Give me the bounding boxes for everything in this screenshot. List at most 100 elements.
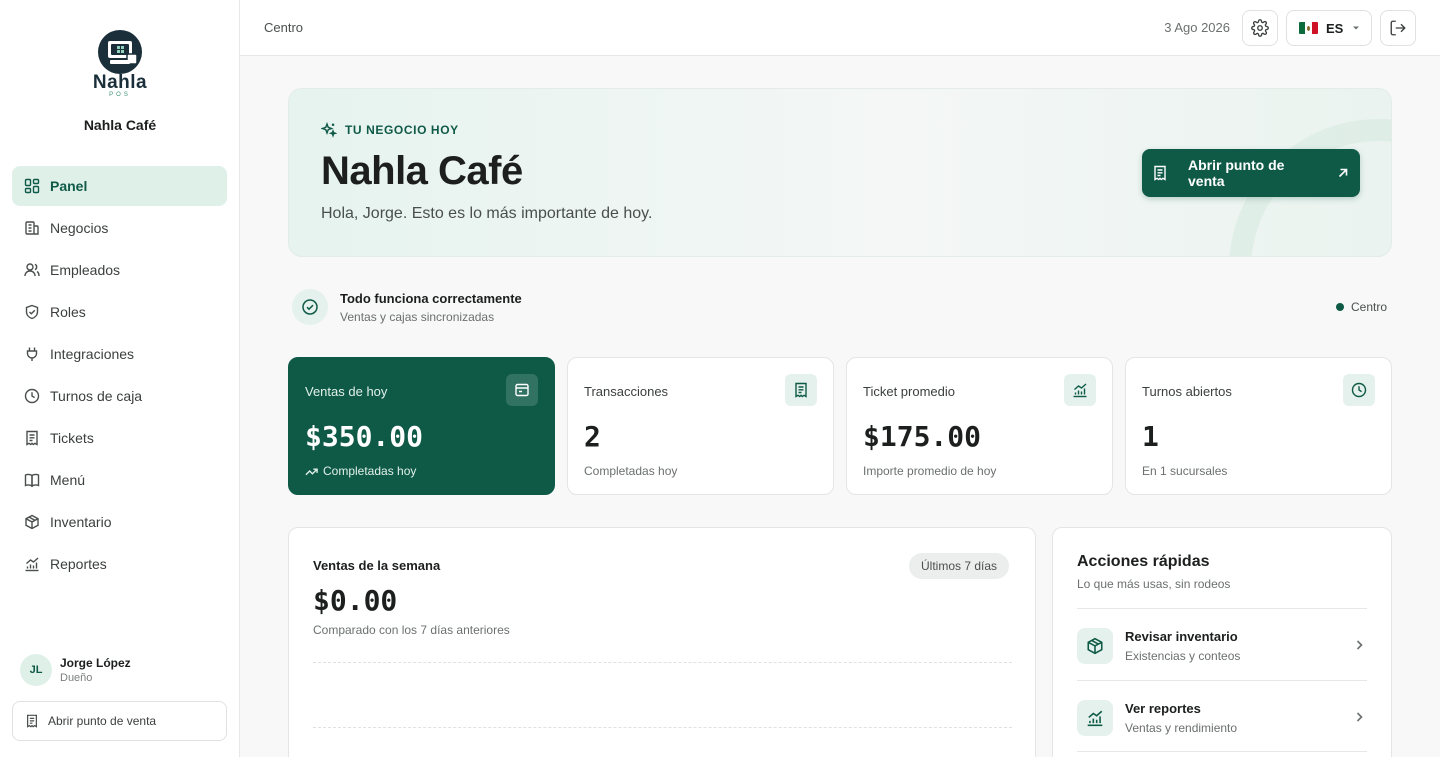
logout-icon xyxy=(1389,19,1407,37)
check-circle-icon xyxy=(292,289,328,325)
kpi-card-average-ticket: Ticket promedio $175.00 Importe promedio… xyxy=(846,357,1113,495)
chart-icon xyxy=(1064,374,1096,406)
sidebar-item-label: Inventario xyxy=(50,514,112,530)
status-subtitle: Ventas y cajas sincronizadas xyxy=(340,310,495,324)
chart-gridline xyxy=(313,727,1012,728)
online-dot xyxy=(1336,303,1344,311)
kpi-foot: Importe promedio de hoy xyxy=(863,464,997,478)
sidebar-item-label: Tickets xyxy=(50,430,94,446)
gear-icon xyxy=(1251,19,1269,37)
chart-gridline xyxy=(313,662,1012,663)
sidebar-open-pos-button[interactable]: Abrir punto de venta xyxy=(12,701,227,741)
sidebar-item-label: Roles xyxy=(50,304,86,320)
quick-action-subtitle: Ventas y rendimiento xyxy=(1125,721,1238,735)
hero-subtitle: Hola, Jorge. Esto es lo más importante d… xyxy=(321,205,653,222)
status-location: Centro xyxy=(1336,300,1387,314)
weekly-sales-subtitle: Comparado con los 7 días anteriores xyxy=(313,623,510,637)
sidebar-item-reportes[interactable]: Reportes xyxy=(12,544,227,584)
plug-icon xyxy=(24,346,40,362)
breadcrumb: Centro xyxy=(264,20,304,35)
language-select[interactable]: ES xyxy=(1286,10,1372,46)
dashboard-icon xyxy=(24,178,40,194)
weekly-sales-title: Ventas de la semana xyxy=(313,558,441,573)
sidebar-nav: Panel Negocios Empleados Roles Integraci… xyxy=(12,166,227,586)
chevron-right-icon xyxy=(1353,638,1365,656)
sidebar-item-turnos-de-caja[interactable]: Turnos de caja xyxy=(12,376,227,416)
sidebar-item-label: Negocios xyxy=(50,220,109,236)
kpi-card-transactions: Transacciones 2 Completadas hoy xyxy=(567,357,834,495)
quick-action-reports[interactable]: Ver reportes Ventas y rendimiento xyxy=(1077,680,1367,752)
chevron-right-icon xyxy=(1353,710,1365,728)
clock-icon xyxy=(24,388,40,404)
sidebar-item-label: Integraciones xyxy=(50,346,135,362)
kpi-card-sales-today: Ventas de hoy $350.00 Completadas hoy xyxy=(288,357,555,495)
sidebar-item-menu[interactable]: Menú xyxy=(12,460,227,500)
sidebar-item-label: Menú xyxy=(50,472,86,488)
kpi-card-open-shifts: Turnos abiertos 1 En 1 sucursales xyxy=(1125,357,1392,495)
box-icon xyxy=(1077,628,1113,664)
sidebar-item-inventario[interactable]: Inventario xyxy=(12,502,227,542)
kpi-foot: Completadas hoy xyxy=(305,464,416,478)
logout-button[interactable] xyxy=(1380,10,1416,46)
open-pos-button[interactable]: Abrir punto de venta xyxy=(1142,149,1360,197)
hero-banner: TU NEGOCIO HOY Nahla Café Hola, Jorge. E… xyxy=(288,88,1392,257)
kpi-value: $350.00 xyxy=(305,420,424,453)
quick-actions-subtitle: Lo que más usas, sin rodeos xyxy=(1077,577,1231,591)
users-icon xyxy=(24,262,40,278)
quick-action-title: Ver reportes xyxy=(1125,701,1201,716)
settings-button[interactable] xyxy=(1242,10,1278,46)
kpi-foot: En 1 sucursales xyxy=(1142,464,1228,478)
language-label: ES xyxy=(1326,20,1344,36)
box-icon xyxy=(24,514,40,530)
sidebar-item-roles[interactable]: Roles xyxy=(12,292,227,332)
sidebar-item-negocios[interactable]: Negocios xyxy=(12,208,227,248)
logo-subtext: POS xyxy=(109,92,131,98)
hero-eyebrow: TU NEGOCIO HOY xyxy=(321,122,459,138)
logo: Nahla POS xyxy=(0,28,240,100)
sidebar-item-integraciones[interactable]: Integraciones xyxy=(12,334,227,374)
quick-actions-card: Acciones rápidas Lo que más usas, sin ro… xyxy=(1052,527,1392,757)
kpi-label: Transacciones xyxy=(584,384,669,399)
sidebar-item-tickets[interactable]: Tickets xyxy=(12,418,227,458)
receipt-icon xyxy=(25,714,39,728)
trending-up-icon xyxy=(305,465,318,478)
weekly-sales-card: Ventas de la semana $0.00 Comparado con … xyxy=(288,527,1036,757)
hero-eyebrow-text: TU NEGOCIO HOY xyxy=(345,123,459,137)
sidebar-item-label: Empleados xyxy=(50,262,121,278)
range-badge[interactable]: Últimos 7 días xyxy=(909,553,1010,579)
open-pos-label: Abrir punto de venta xyxy=(1188,157,1285,189)
user-profile[interactable]: JL Jorge López Dueño xyxy=(20,654,131,686)
chevron-down-icon xyxy=(1352,24,1360,32)
chart-icon xyxy=(1077,700,1113,736)
chart-icon xyxy=(24,556,40,572)
kpi-foot: Completadas hoy xyxy=(584,464,678,478)
receipt-icon xyxy=(1142,165,1178,181)
sidebar-item-label: Panel xyxy=(50,178,88,194)
sidebar-item-label: Turnos de caja xyxy=(50,388,143,404)
building-icon xyxy=(24,220,40,236)
sidebar-item-panel[interactable]: Panel xyxy=(12,166,227,206)
current-date: 3 Ago 2026 xyxy=(1164,20,1230,35)
business-name: Nahla Café xyxy=(83,117,157,133)
kpi-label: Turnos abiertos xyxy=(1142,384,1232,399)
quick-action-subtitle: Existencias y conteos xyxy=(1125,649,1241,663)
quick-action-inventory[interactable]: Revisar inventario Existencias y conteos xyxy=(1077,608,1367,680)
weekly-sales-value: $0.00 xyxy=(313,584,398,617)
book-icon xyxy=(24,472,40,488)
mexico-flag-icon xyxy=(1299,22,1318,34)
kpi-label: Ticket promedio xyxy=(863,384,955,399)
sidebar-item-empleados[interactable]: Empleados xyxy=(12,250,227,290)
shield-icon xyxy=(24,304,40,320)
hero-title: Nahla Café xyxy=(321,149,523,193)
sparkles-icon xyxy=(321,122,337,138)
kpi-label: Ventas de hoy xyxy=(305,384,388,399)
quick-actions-title: Acciones rápidas xyxy=(1077,553,1210,570)
receipt-icon xyxy=(785,374,817,406)
status-location-label: Centro xyxy=(1351,300,1388,314)
kpi-value: 2 xyxy=(584,420,601,453)
kpi-foot-text: Completadas hoy xyxy=(323,464,417,478)
clock-icon xyxy=(1343,374,1375,406)
kpi-value: 1 xyxy=(1142,420,1159,453)
user-role: Dueño xyxy=(60,672,93,684)
wallet-icon xyxy=(506,374,538,406)
